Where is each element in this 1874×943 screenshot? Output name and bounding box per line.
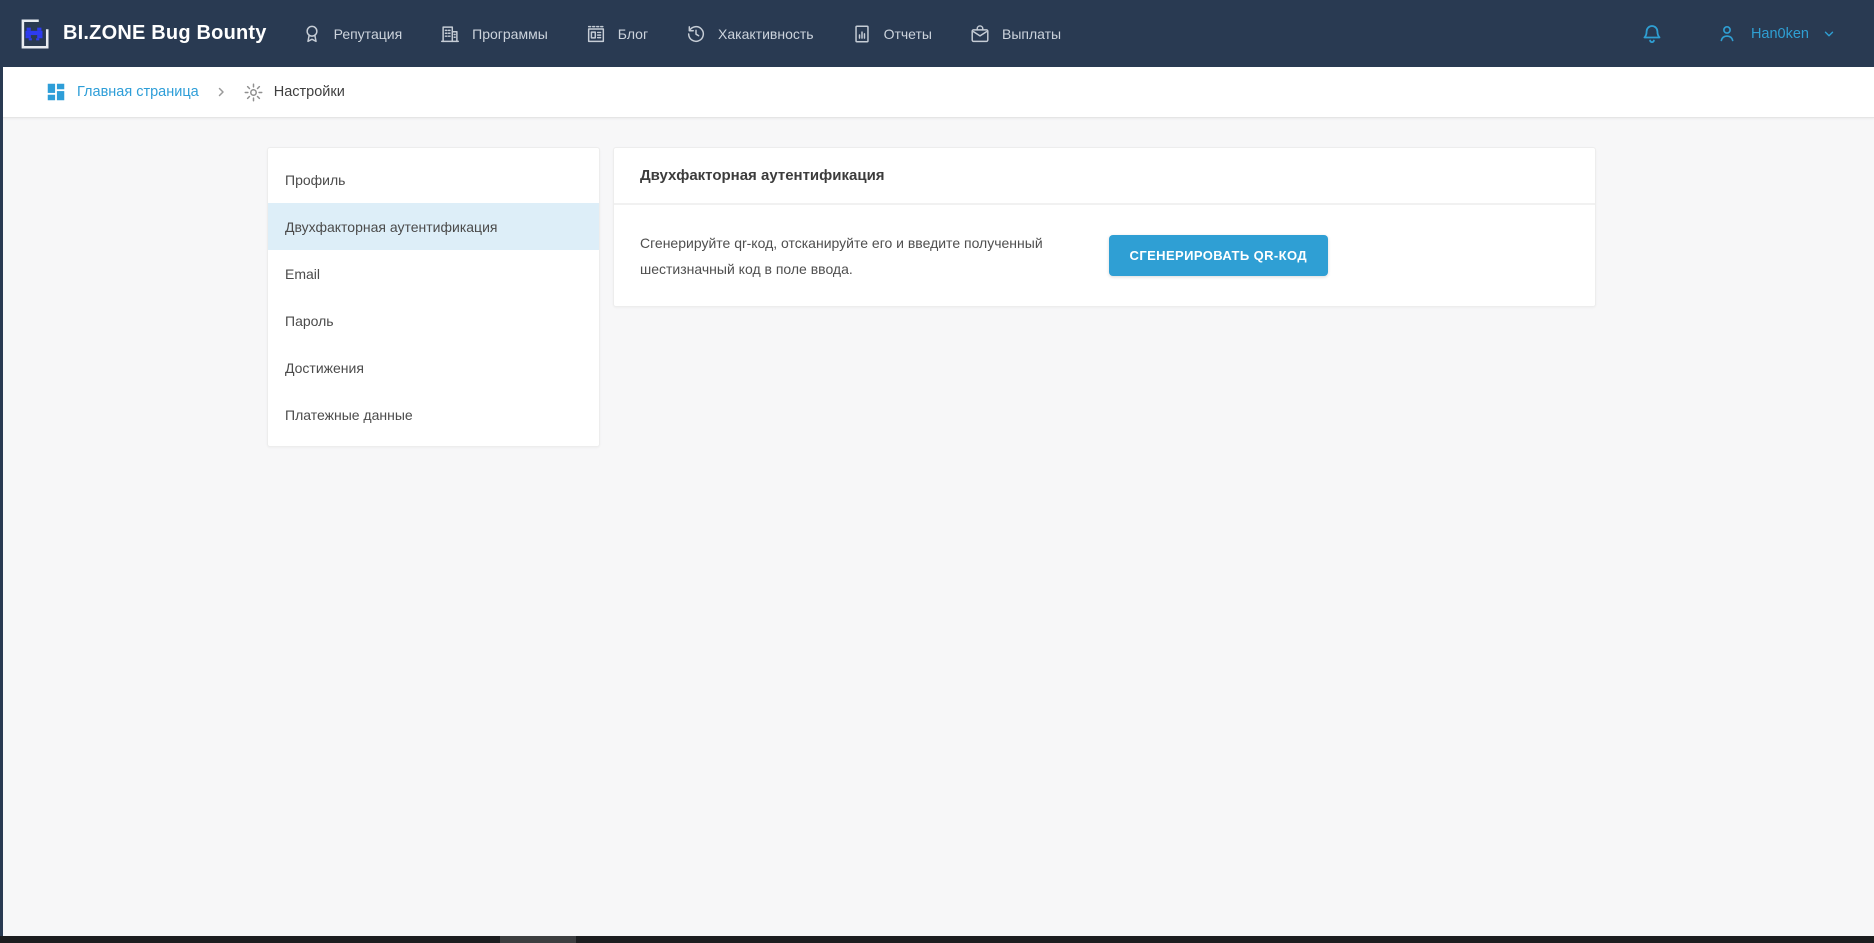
newspaper-icon [585,23,607,45]
payments-icon [969,23,991,45]
panel-title: Двухфакторная аутентификация [640,167,885,184]
nav-item-payouts[interactable]: Выплаты [969,23,1061,45]
horizontal-scrollbar[interactable] [0,936,1874,943]
panel-body: Сгенерируйте qr-код, отсканируйте его и … [614,205,1595,306]
sidebar-item-payment-data[interactable]: Платежные данные [268,391,599,438]
sidebar-item-two-factor[interactable]: Двухфакторная аутентификация [268,203,599,250]
sidebar-item-achievements[interactable]: Достижения [268,344,599,391]
user-name: Han0ken [1751,26,1809,42]
gear-icon [243,82,264,103]
user-menu[interactable]: Han0ken [1716,23,1836,45]
panel-header: Двухфакторная аутентификация [614,148,1595,205]
nav-item-label: Блог [618,26,648,42]
generate-qr-button[interactable]: СГЕНЕРИРОВАТЬ QR-КОД [1109,235,1328,276]
nav-item-hackactivity[interactable]: Хакактивность [685,23,814,45]
two-factor-panel: Двухфакторная аутентификация Сгенерируйт… [613,147,1596,307]
nav-item-label: Выплаты [1002,26,1061,42]
bell-icon[interactable] [1640,22,1664,46]
navbar-right: Han0ken [1640,22,1836,46]
nav-item-label: Отчеты [884,26,932,42]
sidebar-item-email[interactable]: Email [268,250,599,297]
breadcrumb-home-label: Главная страница [77,84,199,100]
sidebar-item-profile[interactable]: Профиль [268,156,599,203]
user-icon [1716,23,1738,45]
report-icon [851,23,873,45]
breadcrumb: Главная страница Настройки [0,67,1874,118]
breadcrumb-home-link[interactable]: Главная страница [45,81,199,103]
nav-item-label: Хакактивность [718,26,814,42]
top-navbar: BI.ZONE Bug Bounty Репутация Програм [0,0,1874,67]
scrollbar-thumb[interactable] [500,936,576,943]
settings-page: Профиль Двухфакторная аутентификация Ema… [267,147,1874,447]
settings-sidebar: Профиль Двухфакторная аутентификация Ema… [267,147,600,447]
award-icon [301,23,323,45]
brand-logo[interactable]: BI.ZONE Bug Bounty [16,16,267,52]
nav-item-label: Репутация [334,26,403,42]
sidebar-item-password[interactable]: Пароль [268,297,599,344]
history-icon [685,23,707,45]
nav-item-reputation[interactable]: Репутация [301,23,403,45]
nav-item-reports[interactable]: Отчеты [851,23,932,45]
dashboard-icon [45,81,67,103]
bizone-bug-logo-icon [16,16,52,52]
breadcrumb-current: Настройки [243,82,345,103]
breadcrumb-current-label: Настройки [274,84,345,100]
nav-item-label: Программы [472,26,548,42]
building-icon [439,23,461,45]
panel-description: Сгенерируйте qr-код, отсканируйте его и … [640,230,1089,282]
nav-item-programs[interactable]: Программы [439,23,548,45]
chevron-down-icon [1822,27,1836,41]
brand-title: BI.ZONE Bug Bounty [63,22,267,45]
left-edge-strip [0,67,3,936]
chevron-right-icon [215,86,227,98]
main-nav: Репутация Программы [301,23,1062,45]
nav-item-blog[interactable]: Блог [585,23,648,45]
